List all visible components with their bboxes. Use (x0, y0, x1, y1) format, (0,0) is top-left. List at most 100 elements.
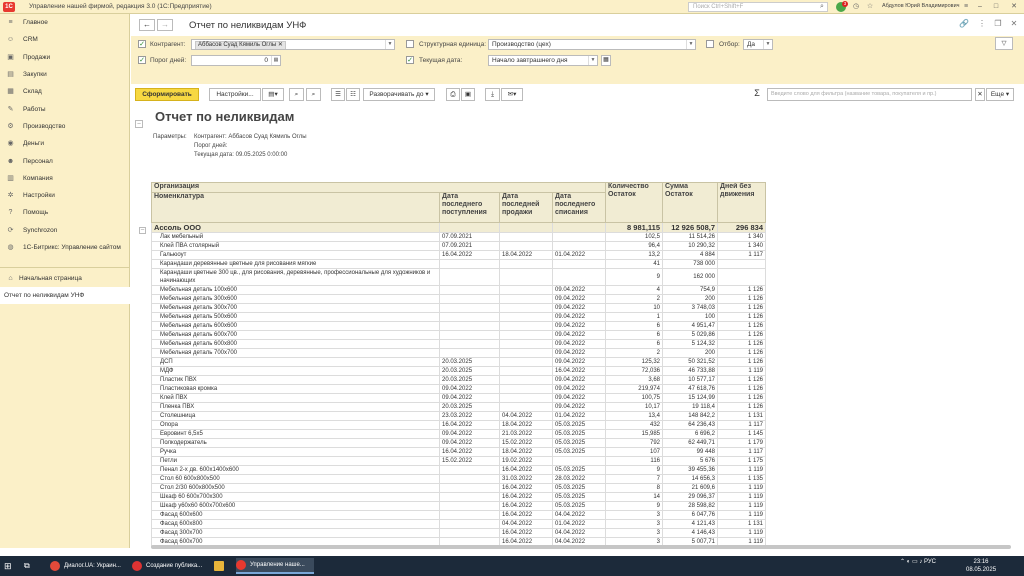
taskview-icon[interactable]: ⧉ (24, 558, 44, 574)
table-row[interactable]: Ручка 16.04.2022 18.04.2022 05.03.2025 107 99… (151, 447, 1012, 457)
chevron-down-icon[interactable]: ▼ (686, 40, 695, 49)
table-row[interactable]: Шкаф 60 600х700х300 16.04.2022 05.03.2025 1… (151, 492, 1012, 502)
taskbar-item-chrome[interactable]: Диалог.UA: Украин... (50, 558, 130, 574)
chevron-down-icon[interactable]: ▼ (588, 56, 597, 65)
table-row[interactable]: ДСП 20.03.2025 09.04.2022 125,32 50 321,52 1 … (151, 357, 1012, 367)
more-vert-icon[interactable]: ⋮ (977, 19, 987, 29)
table-row[interactable]: Мебельная деталь 300х700 09.04.2022 10 3 74… (151, 303, 1012, 313)
table-row[interactable]: Пластиковая кромка 09.04.2022 09.04.2022 21… (151, 384, 1012, 394)
porog-checkbox[interactable]: ✓ (138, 56, 146, 64)
table-row[interactable]: Полкодержатель 09.04.2022 15.02.2022 05.03.… (151, 438, 1012, 448)
sidebar-item-staff[interactable]: ☻ Персонал (0, 152, 129, 169)
sidebar-open-report[interactable]: Отчет по неликвидам УНФ (0, 287, 130, 305)
group-icon[interactable]: ☰ (331, 88, 345, 101)
menu-icon[interactable]: ≡ (962, 3, 970, 11)
sidebar-item-bitrix[interactable]: ◍ 1С-Битрикс: Управление сайтом (0, 239, 129, 265)
system-tray[interactable]: ⌃ ◐ ▭ ♪ РУС (900, 558, 936, 565)
minimize-button[interactable]: – (974, 2, 986, 12)
find-next-icon[interactable]: ⌕ (306, 88, 321, 101)
close-form-icon[interactable]: ✕ (1009, 19, 1019, 29)
table-row[interactable]: Клей ПВХ 09.04.2022 09.04.2022 100,75 15 124… (151, 393, 1012, 403)
close-button[interactable]: ✕ (1008, 2, 1020, 12)
search-icon[interactable]: ⌕ (818, 3, 826, 11)
otbor-checkbox[interactable]: ✓ (706, 40, 714, 48)
start-icon[interactable]: ⊞ (4, 558, 18, 574)
group-row[interactable]: Ассоль ООО 8 981,115 12 926 508,7 296 83… (151, 222, 1012, 233)
kontragent-tag[interactable]: Аббасов Суад Кямиль Оглы ✕ (195, 41, 286, 49)
sidebar-item-synchrozon[interactable]: ⟳ Synchrozon (0, 222, 129, 239)
chevron-down-icon[interactable]: ▼ (385, 40, 394, 49)
collapse-params-icon[interactable]: – (135, 120, 143, 128)
user-name[interactable]: Абдулов Юрий Владимирович (882, 3, 960, 9)
table-row[interactable]: Мебельная деталь 600х600 09.04.2022 6 4 951… (151, 321, 1012, 331)
sidebar-item-sales[interactable]: ▣ Продажи (0, 49, 129, 66)
table-row[interactable]: Петли 15.02.2022 19.02.2022 116 5 676 1 175 (151, 456, 1012, 466)
table-row[interactable]: Мебельная деталь 500х600 09.04.2022 1 100 1 … (151, 312, 1012, 322)
sidebar-item-warehouse[interactable]: ▦ Склад (0, 83, 129, 100)
date-calendar-button[interactable]: ▦ (601, 55, 611, 66)
table-row[interactable]: Столешница 23.03.2022 04.04.2022 01.04.2022… (151, 411, 1012, 421)
table-row[interactable]: Фасад 600х600 16.04.2022 04.04.2022 3 6 047,… (151, 510, 1012, 520)
mail-icon[interactable]: ✉▾ (501, 88, 523, 101)
date-checkbox[interactable]: ✓ (406, 56, 414, 64)
struct-field[interactable]: Производство (цех) ▼ (488, 39, 696, 50)
quick-filter-input[interactable]: Введите слово для фильтра (название това… (767, 88, 972, 101)
sidebar-item-money[interactable]: ◉ Деньги (0, 135, 129, 152)
sidebar-item-company[interactable]: ▥ Компания (0, 170, 129, 187)
link-icon[interactable]: 🔗 (959, 19, 969, 29)
more-button[interactable]: Еще ▾ (986, 88, 1014, 101)
save-icon[interactable]: ⤓ (485, 88, 500, 101)
kontragent-field[interactable]: Аббасов Суад Кямиль Оглы ✕ ▼ (191, 39, 395, 50)
clock[interactable]: 23:16 08.05.2025 (966, 558, 996, 574)
date-field[interactable]: Начало завтрашнего дня ▼ (488, 55, 598, 66)
table-row[interactable]: Стол 60 600х800х500 31.03.2022 28.03.2022 7… (151, 474, 1012, 484)
variants-button[interactable]: ▤▾ (262, 88, 284, 101)
sidebar-item-settings[interactable]: ✲ Настройки (0, 187, 129, 204)
table-row[interactable]: Карандаши цветные 300 цв., для рисования… (151, 268, 1012, 286)
find-icon[interactable]: ⌕ (289, 88, 304, 101)
sidebar-item-purchases[interactable]: ▤ Закупки (0, 66, 129, 83)
restore-icon[interactable]: ❐ (993, 19, 1003, 29)
table-row[interactable]: Мебельная деталь 100х600 09.04.2022 4 754,9… (151, 285, 1012, 295)
chevron-down-icon[interactable]: ▼ (763, 40, 772, 49)
table-row[interactable]: Пенал 2-х дв. 600х1400х600 16.04.2022 05.0… (151, 465, 1012, 475)
settings-button[interactable]: Настройки... (209, 88, 261, 101)
ungroup-icon[interactable]: ☷ (346, 88, 360, 101)
table-row[interactable]: Мебельная деталь 600х800 09.04.2022 6 5 124… (151, 339, 1012, 349)
print-icon[interactable]: ⎙ (446, 88, 460, 101)
favorites-icon[interactable]: ☆ (866, 3, 874, 11)
otbor-field[interactable]: Да ▼ (743, 39, 773, 50)
table-row[interactable]: МДФ 20.03.2025 16.04.2022 72,036 46 733,88 1 … (151, 366, 1012, 376)
sidebar-item-crm[interactable]: ☺ CRM (0, 31, 129, 48)
back-button[interactable]: ← (139, 19, 155, 31)
table-row[interactable]: Фасад 600х800 04.04.2022 01.04.2022 3 4 121,… (151, 519, 1012, 529)
expand-dropdown[interactable]: Разворачивать до ▾ (363, 88, 435, 101)
table-row[interactable]: Мебельная деталь 300х600 09.04.2022 2 200 1 … (151, 294, 1012, 304)
sidebar-item-works[interactable]: ✎ Работы (0, 100, 129, 117)
kontragent-checkbox[interactable]: ✓ (138, 40, 146, 48)
table-row[interactable]: Мебельная деталь 600х700 09.04.2022 6 5 029… (151, 330, 1012, 340)
taskbar-item-1c[interactable]: Управление нашe... (236, 558, 314, 574)
preview-icon[interactable]: ▣ (461, 88, 475, 101)
global-search-input[interactable]: Поиск Ctrl+Shift+F (688, 2, 828, 12)
table-row[interactable]: Карандаши деревянные цветные для рисован… (151, 259, 1012, 269)
sidebar-home[interactable]: ⌂ Начальная страница (0, 270, 129, 287)
table-row[interactable]: Гальюоут 16.04.2022 18.04.2022 01.04.2022 13… (151, 250, 1012, 260)
table-row[interactable]: Клей ПВА столярный 07.09.2021 96,4 10 290,3… (151, 241, 1012, 251)
table-row[interactable]: Пластик ПВХ 20.03.2025 09.04.2022 3,68 10 57… (151, 375, 1012, 385)
taskbar-item-explorer[interactable] (214, 558, 232, 574)
calendar-icon[interactable]: ▦ (271, 56, 280, 65)
table-row[interactable]: Евровинт 6,5х5 09.04.2022 21.03.2022 05.03.… (151, 429, 1012, 439)
porog-field[interactable]: 0 ▦ (191, 55, 281, 66)
sidebar-item-production[interactable]: ⚙ Производство (0, 118, 129, 135)
struct-checkbox[interactable]: ✓ (406, 40, 414, 48)
table-row[interactable]: Фасад 300х700 16.04.2022 04.04.2022 3 4 146,… (151, 528, 1012, 538)
table-row[interactable]: Мебельная деталь 700х700 09.04.2022 2 200 1 … (151, 348, 1012, 358)
sidebar-item-help[interactable]: ? Помощь (0, 204, 129, 221)
filter-settings-button[interactable]: ▽ (995, 37, 1013, 50)
table-row[interactable]: Шкаф у60х60 600х700х600 16.04.2022 05.03.2… (151, 501, 1012, 511)
table-row[interactable]: Опора 16.04.2022 18.04.2022 05.03.2025 432 64… (151, 420, 1012, 430)
generate-button[interactable]: Сформировать (135, 88, 199, 101)
maximize-button[interactable]: □ (990, 2, 1002, 12)
table-row[interactable]: Стол 2/30 600х800х500 16.04.2022 05.03.202… (151, 483, 1012, 493)
